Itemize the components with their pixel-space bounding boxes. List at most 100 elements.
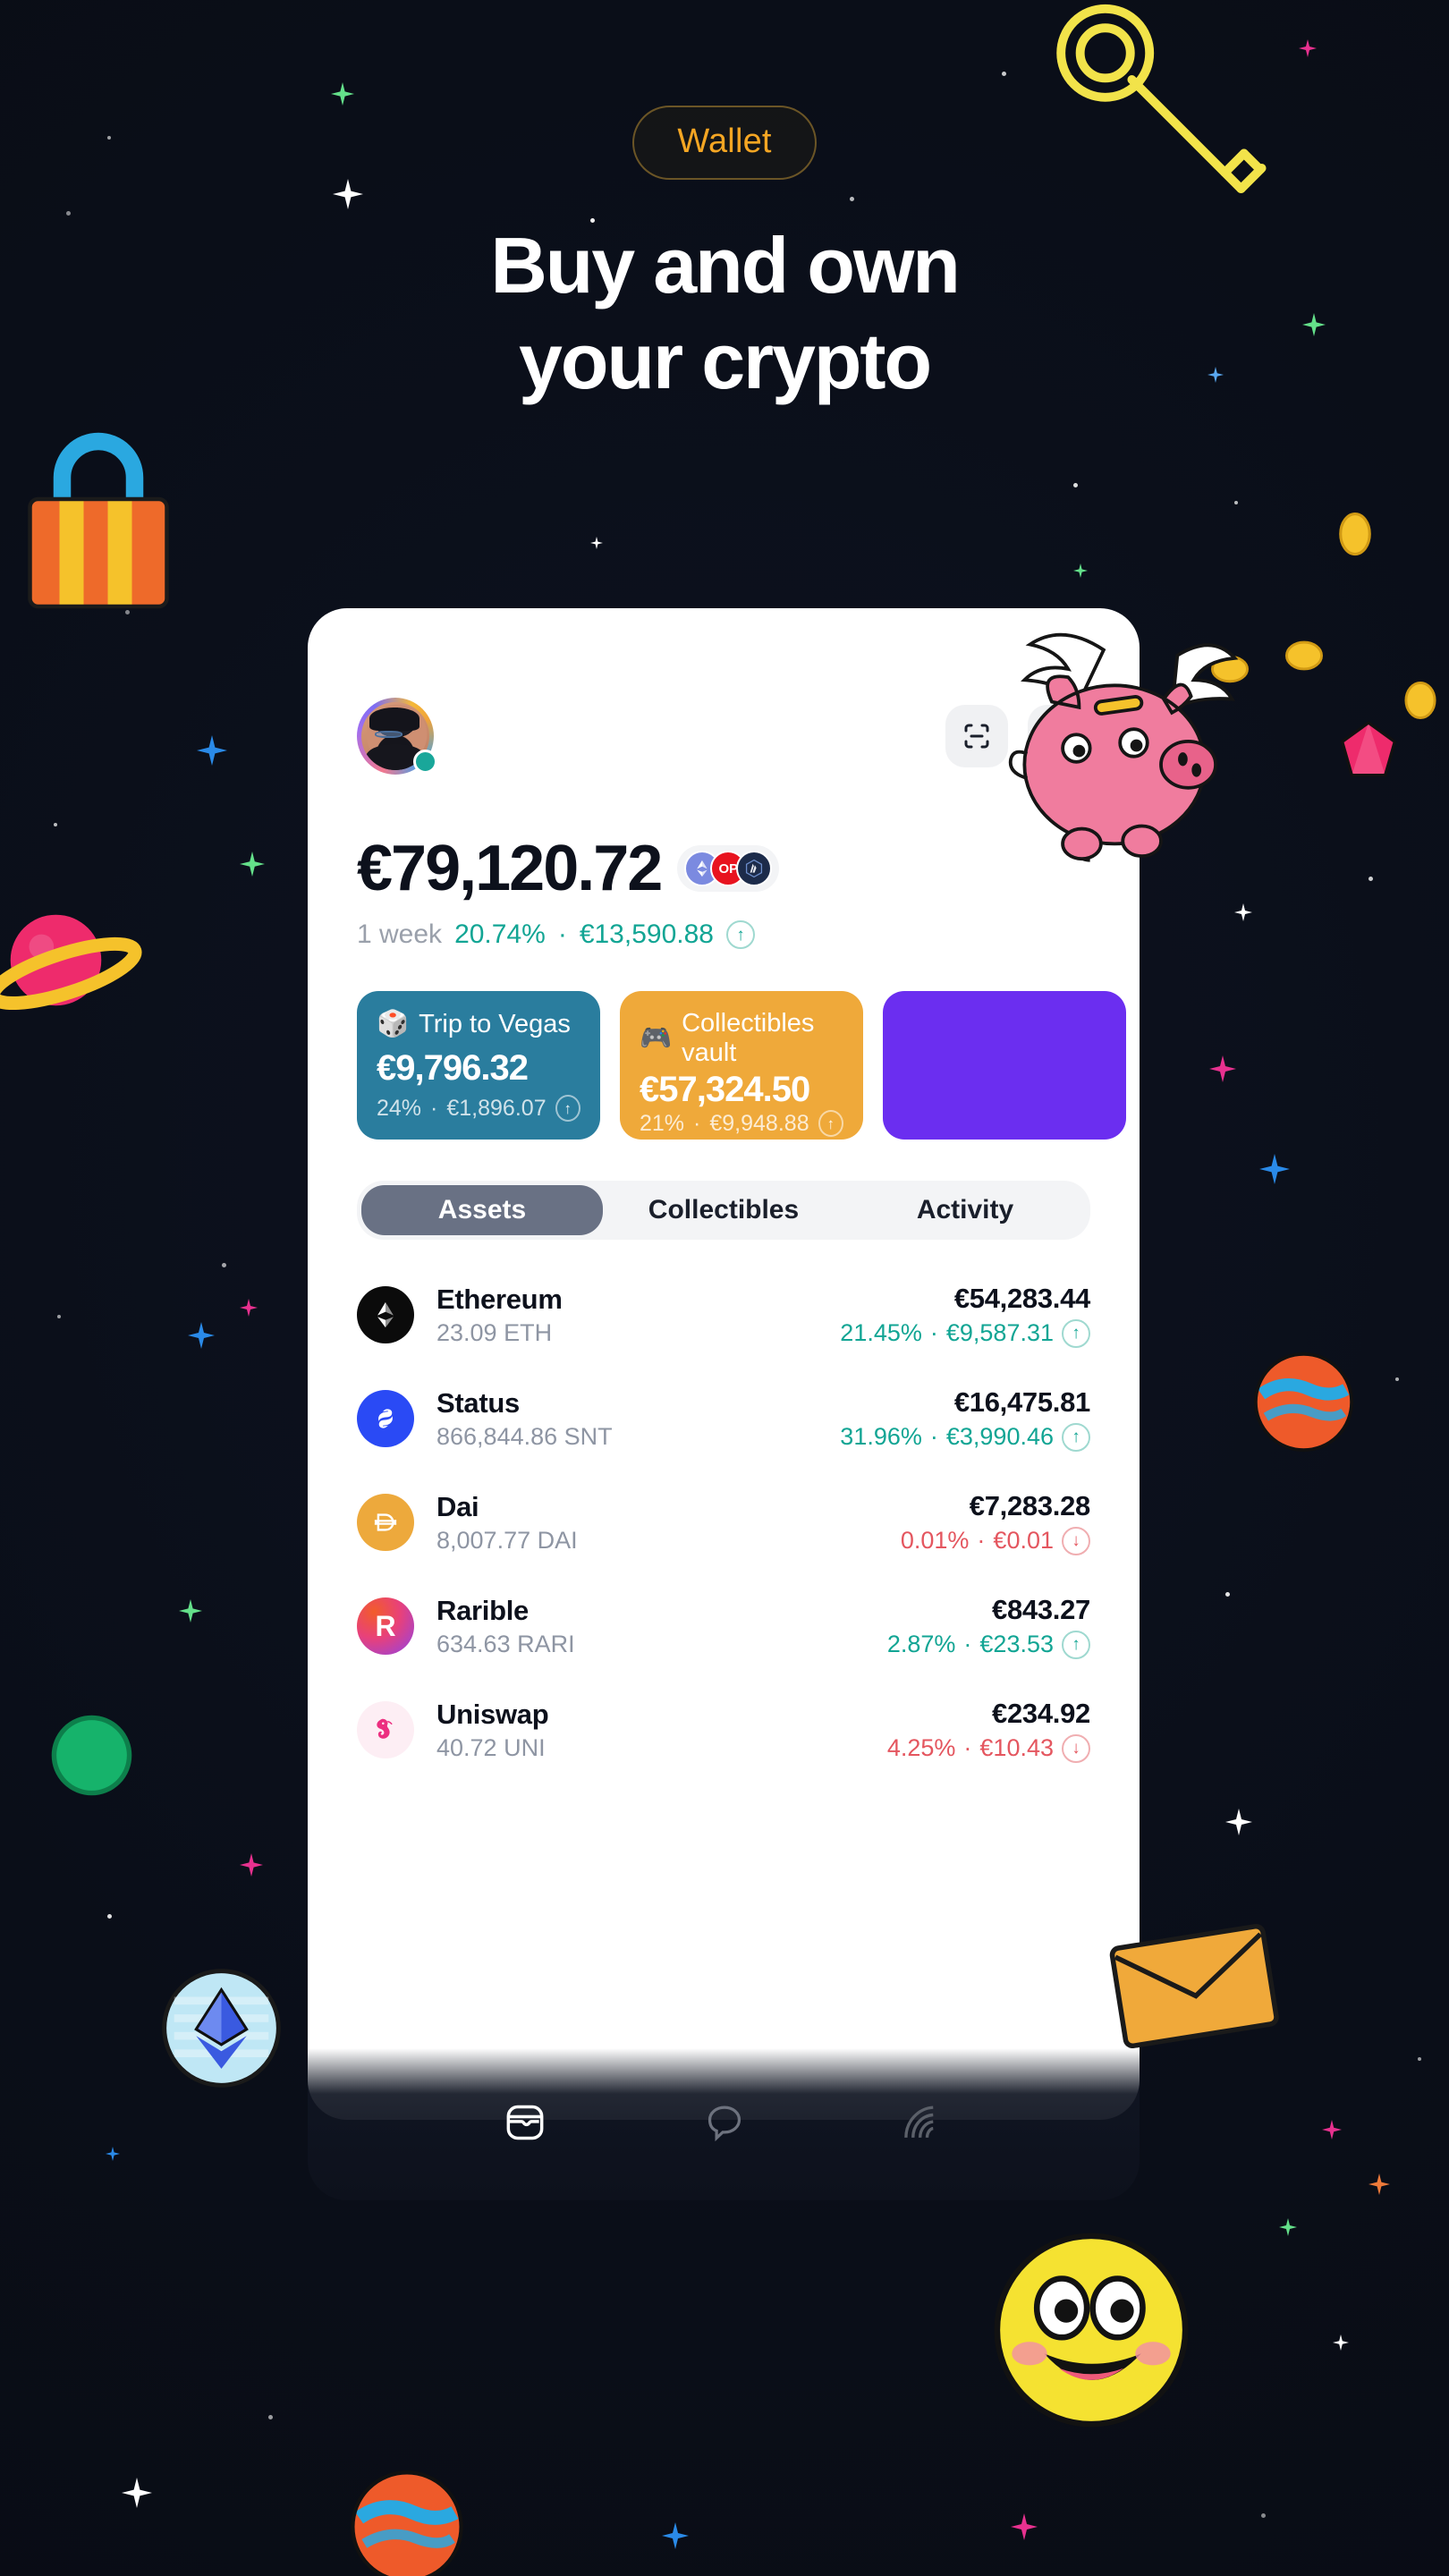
wallet-nav-button[interactable] [500,2097,550,2152]
chat-nav-button[interactable] [701,2099,748,2150]
rarible-icon: R [357,1597,414,1655]
asset-meta: Status 866,844.86 SNT [436,1387,840,1451]
network-chips[interactable]: OP [677,845,779,892]
asset-row[interactable]: Ethereum 23.09 ETH €54,283.44 21.45% · €… [357,1263,1090,1367]
star-dot [268,2415,273,2419]
asset-percent: 21.45% [840,1319,922,1347]
envelope-sticker [1109,1914,1279,2048]
account-change: €1,896.07 [446,1096,546,1122]
sparkle-star [1073,564,1088,578]
ethereum-glyph [692,859,712,878]
wallet-badge[interactable]: Wallet [632,106,816,180]
account-amount: €57,324.50 [640,1070,843,1110]
headline-line-1: Buy and own [490,221,958,309]
asset-change-row: 2.87% · €23.53 ↑ [887,1631,1090,1659]
smiley-sticker [988,2227,1194,2433]
asset-change-row: 31.96% · €3,990.46 ↑ [840,1423,1090,1452]
mars-sticker-2 [349,2469,465,2576]
star-dot [222,1263,226,1267]
coin-sticker [1400,680,1441,721]
asset-meta: Dai 8,007.77 DAI [436,1491,901,1555]
avatar[interactable] [357,698,434,775]
sparkle-star [188,1322,215,1349]
content-tabs: Assets Collectibles Activity [357,1181,1090,1240]
ethereum-sticker [161,1968,282,2089]
account-change-row: 21% · €9,948.88 ↑ [640,1110,843,1137]
sparkle-star [1279,2218,1297,2236]
tab-assets[interactable]: Assets [361,1185,603,1235]
asset-row[interactable]: R Rarible 634.63 RARI €843.27 2.87% · €2… [357,1574,1090,1678]
asset-values: €7,283.28 0.01% · €0.01 ↓ [901,1490,1090,1555]
asset-quantity: 634.63 RARI [436,1631,887,1658]
asset-change: €3,990.46 [946,1423,1054,1451]
star-dot [1261,2513,1266,2518]
account-card-vegas[interactable]: 🎲 Trip to Vegas €9,796.32 24% · €1,896.0… [357,991,600,1140]
dice-icon: 🎲 [377,1009,409,1039]
sparkle-star [1368,2174,1390,2195]
change-percent: 20.74% [454,919,546,950]
star-dot [107,1914,112,1919]
arbitrum-network-icon [736,851,772,886]
asset-row[interactable]: Status 866,844.86 SNT €16,475.81 31.96% … [357,1367,1090,1470]
coin-sticker [1333,512,1377,556]
asset-change: €0.01 [993,1527,1054,1555]
asset-values: €54,283.44 21.45% · €9,587.31 ↑ [840,1283,1090,1348]
arrow-down-icon: ↓ [1062,1734,1090,1763]
star-dot [1234,501,1238,504]
sparkle-star [1011,2513,1038,2540]
sparkle-star [1234,903,1252,921]
asset-value: €54,283.44 [840,1283,1090,1315]
asset-percent: 4.25% [887,1734,956,1762]
green-coin-sticker [49,1713,134,1798]
asset-percent: 0.01% [901,1527,970,1555]
asset-value: €7,283.28 [901,1490,1090,1522]
asset-row[interactable]: Dai 8,007.77 DAI €7,283.28 0.01% · €0.01… [357,1470,1090,1574]
sparkle-star [122,2478,152,2508]
tab-activity[interactable]: Activity [844,1185,1086,1235]
star-dot [1073,483,1078,487]
page-title: Buy and own your crypto [0,226,1449,401]
uniswap-icon [357,1701,414,1758]
account-name-row: 🎲 Trip to Vegas [377,1009,580,1039]
bottom-nav [308,2048,1140,2200]
asset-values: €234.92 4.25% · €10.43 ↓ [887,1698,1090,1763]
tab-collectibles[interactable]: Collectibles [603,1185,844,1235]
account-separator: · [693,1111,700,1137]
asset-value: €234.92 [887,1698,1090,1730]
uniswap-glyph [369,1713,402,1747]
change-amount: €13,590.88 [580,919,714,950]
asset-value: €16,475.81 [840,1386,1090,1419]
asset-name: Rarible [436,1595,887,1627]
asset-quantity: 866,844.86 SNT [436,1423,840,1451]
wallet-nav-icon [500,2097,550,2148]
asset-values: €16,475.81 31.96% · €3,990.46 ↑ [840,1386,1090,1452]
asset-meta: Ethereum 23.09 ETH [436,1284,840,1347]
space-background: Wallet Buy and own your crypto €79,120.7… [0,0,1449,2576]
arrow-down-icon: ↓ [1062,1527,1090,1555]
status-glyph [370,1403,401,1434]
asset-value: €843.27 [887,1594,1090,1626]
star-dot [1225,1592,1230,1597]
chat-nav-icon [701,2099,748,2146]
rarible-glyph: R [375,1612,395,1640]
dai-glyph [369,1506,402,1538]
account-amount: €9,796.32 [377,1048,580,1089]
arrow-up-icon: ↑ [818,1110,843,1137]
asset-quantity: 23.09 ETH [436,1319,840,1347]
star-dot [1368,877,1373,881]
account-change-row: 24% · €1,896.07 ↑ [377,1095,580,1122]
asset-name: Status [436,1387,840,1419]
arbitrum-glyph [743,858,765,879]
asset-name: Uniswap [436,1699,887,1731]
account-card-vault[interactable]: 🎮 Collectibles vault €57,324.50 21% · €9… [620,991,863,1140]
account-card-third[interactable] [883,991,1126,1140]
dai-icon [357,1494,414,1551]
arrow-up-icon: ↑ [1062,1631,1090,1659]
avatar-hat-shape [369,708,419,731]
browser-nav-button[interactable] [899,2098,947,2151]
arrow-up-icon: ↑ [1062,1423,1090,1452]
sparkle-star [590,537,603,549]
arrow-up-icon: ↑ [555,1095,580,1122]
asset-row[interactable]: Uniswap 40.72 UNI €234.92 4.25% · €10.43… [357,1678,1090,1782]
sparkle-star [179,1599,202,1623]
